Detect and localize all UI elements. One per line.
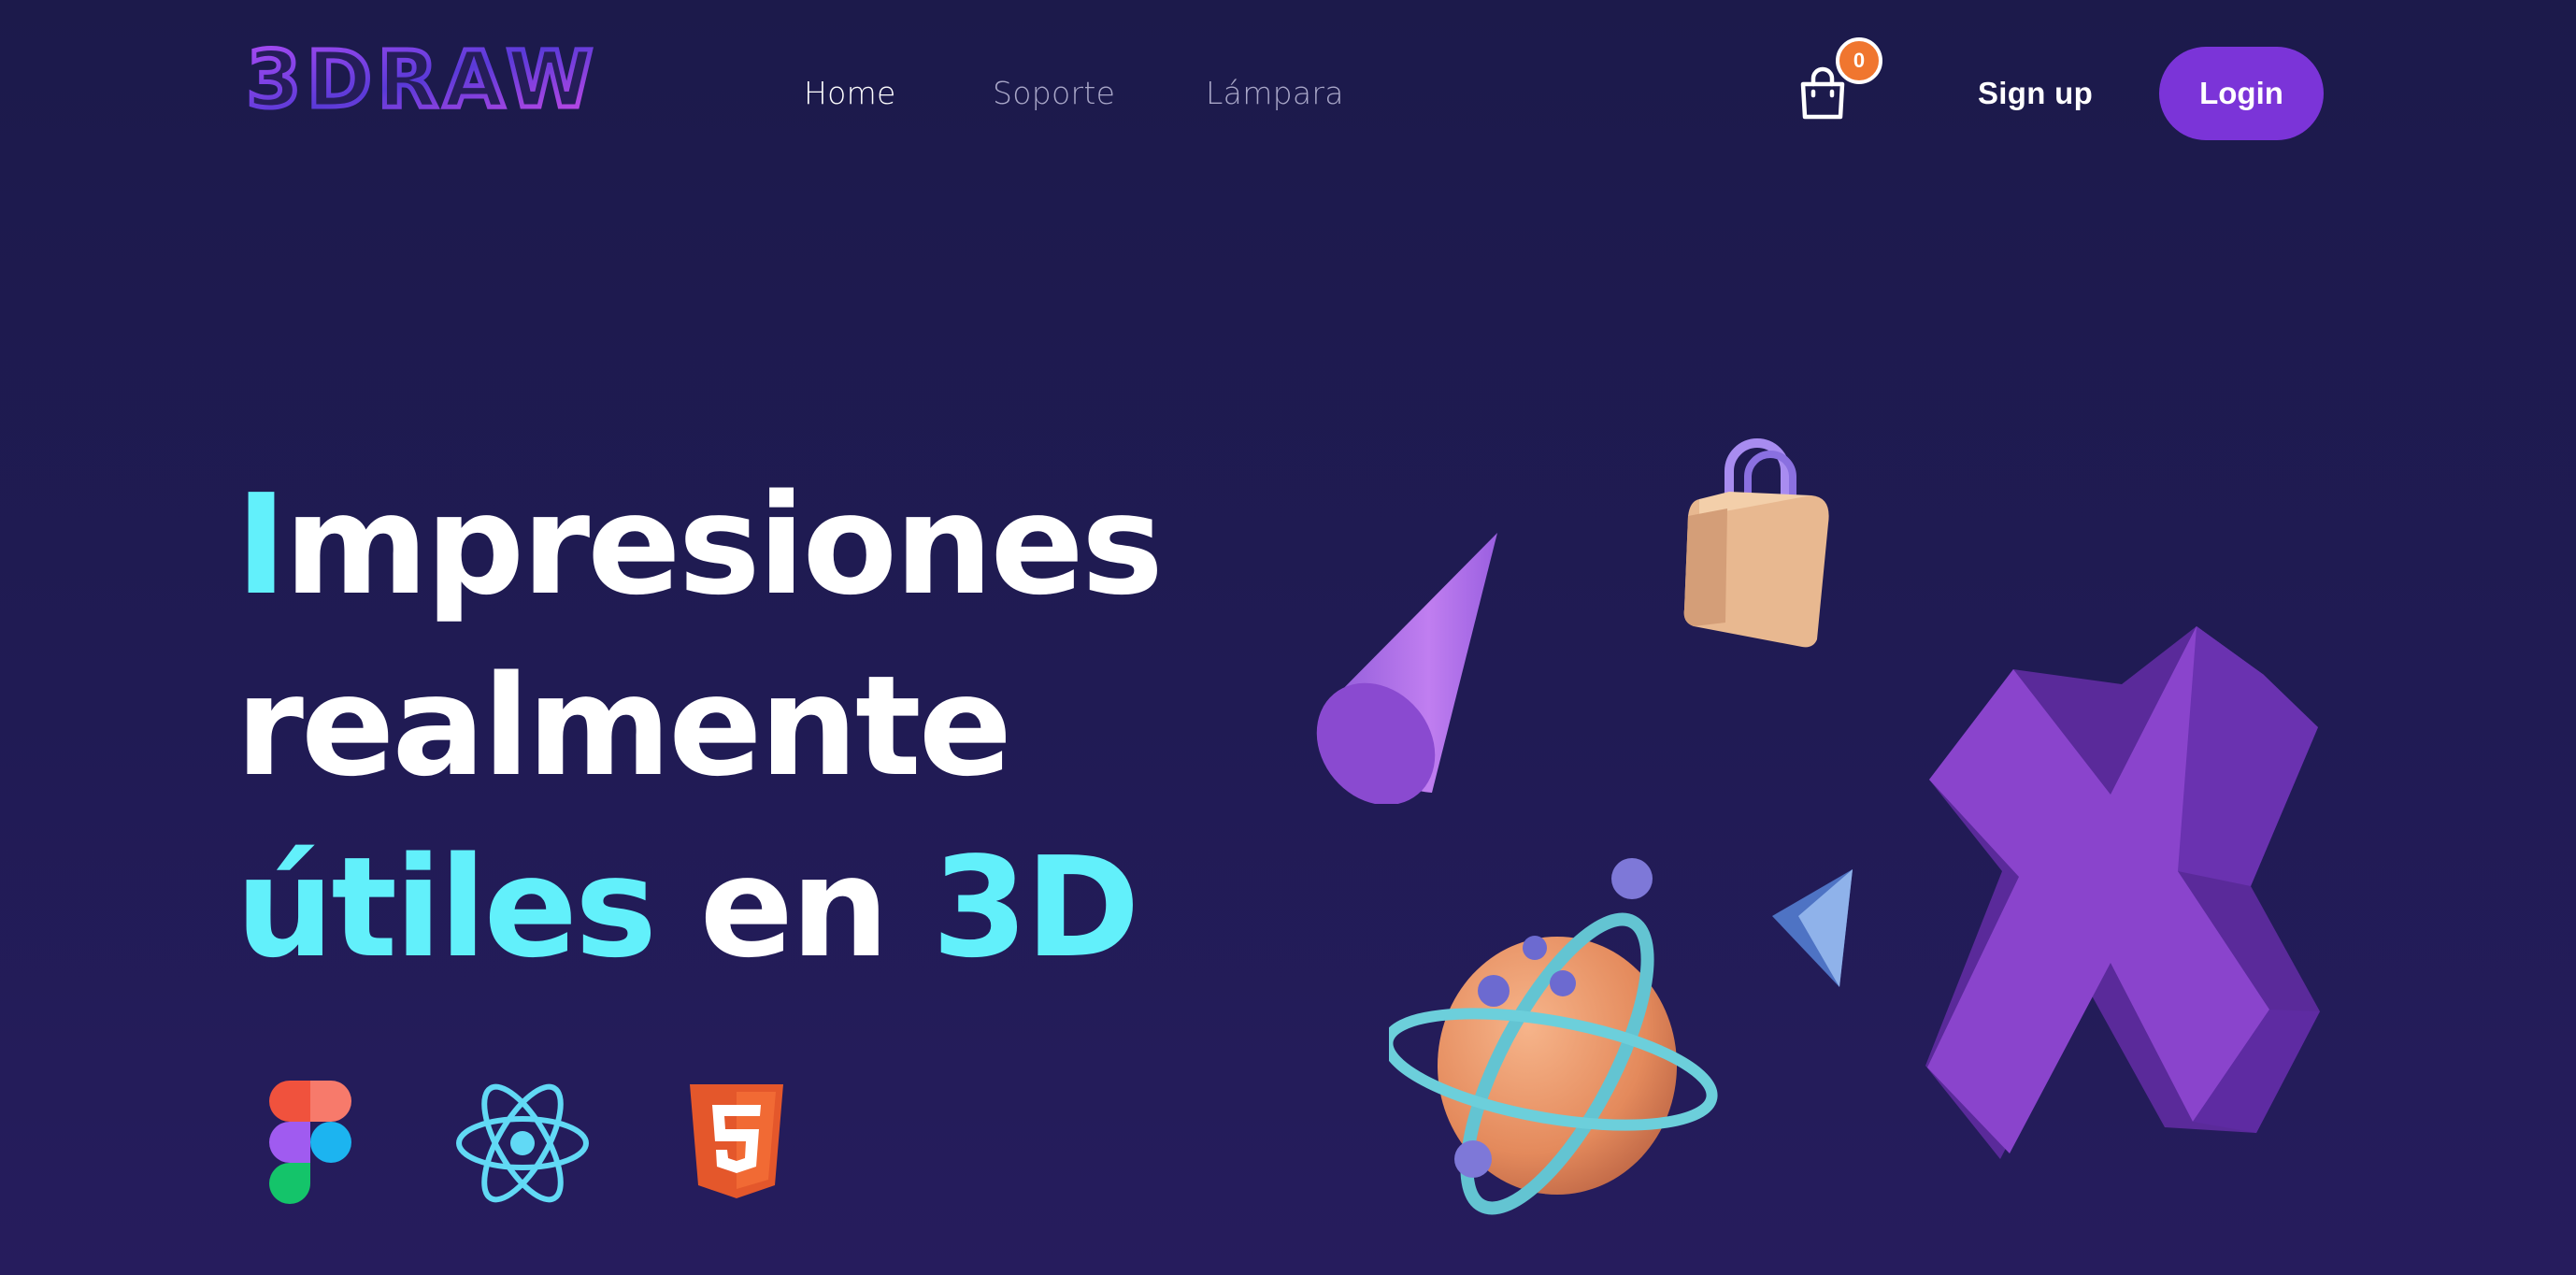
login-button[interactable]: Login	[2159, 47, 2324, 140]
landing-page: 3DRAW Home Soporte Lámpara 0 Sign up Log…	[0, 0, 2576, 1275]
hero-title: Impresiones realmente útiles en 3D	[236, 454, 1164, 998]
hero-line-1: Impresiones	[236, 454, 1164, 636]
nav-soporte[interactable]: Soporte	[993, 73, 1115, 114]
brand-logo[interactable]: 3DRAW	[236, 36, 609, 120]
cone-3d	[1316, 533, 1497, 804]
nav-home[interactable]: Home	[804, 73, 896, 114]
hero-word-en: en	[654, 827, 932, 988]
x-shape-3d	[1925, 626, 2320, 1159]
react-icon	[456, 1083, 589, 1203]
hero-line-2: realmente	[236, 646, 1012, 807]
hero-initial: I	[236, 465, 287, 625]
nav-lampara[interactable]: Lámpara	[1206, 73, 1344, 114]
planet-3d	[1389, 858, 1718, 1215]
cart-count-badge: 0	[1836, 37, 1882, 84]
hero-word-utiles: útiles	[236, 827, 657, 988]
logo-text: 3DRAW	[247, 36, 599, 120]
triangle-3d	[1772, 869, 1853, 987]
shopping-bag-3d	[1683, 438, 1829, 648]
hero-word-impresiones: mpresiones	[284, 465, 1164, 625]
hero-word-3d: 3D	[931, 827, 1140, 988]
html5-icon	[690, 1084, 783, 1198]
figma-icon	[269, 1081, 351, 1204]
hero-line-3: útiles en 3D	[236, 817, 1161, 998]
signup-link[interactable]: Sign up	[1978, 73, 2093, 114]
